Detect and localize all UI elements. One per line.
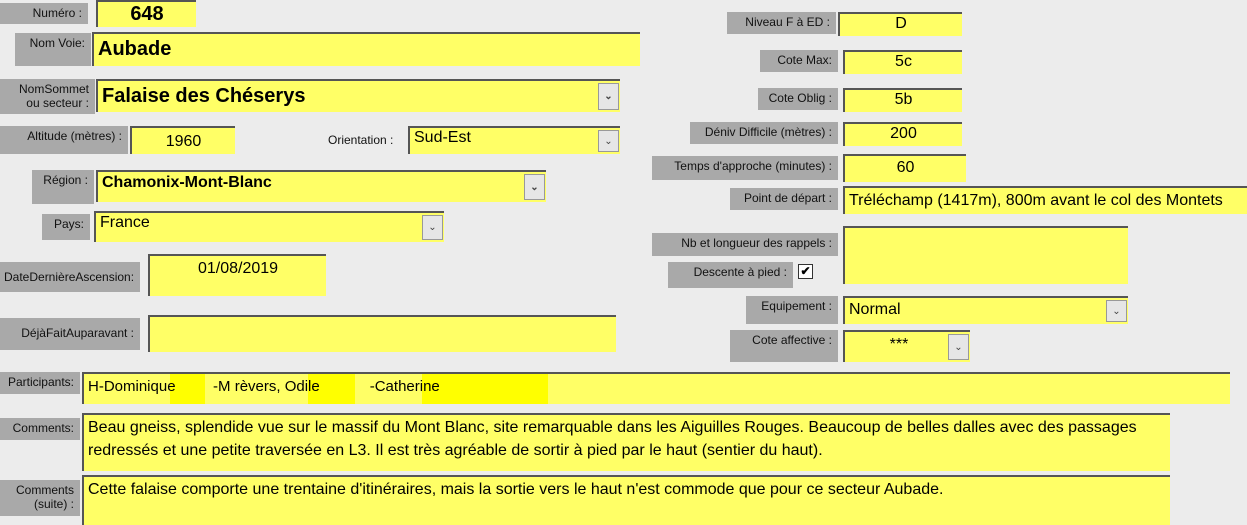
redaction xyxy=(422,374,548,404)
numero-label: Numéro : xyxy=(0,3,88,24)
region-combo[interactable]: Chamonix-Mont-Blanc ⌄ xyxy=(96,170,546,202)
nom-sommet-combo[interactable]: Falaise des Chéserys ⌄ xyxy=(96,79,620,112)
equipement-combo[interactable]: Normal ⌄ xyxy=(843,296,1128,324)
deja-field[interactable] xyxy=(148,315,616,352)
nom-sommet-label: NomSommet ou secteur : xyxy=(0,79,95,114)
nom-voie-field[interactable]: Aubade xyxy=(92,32,640,66)
descente-checkbox[interactable]: ✔ xyxy=(798,264,813,279)
chevron-down-icon[interactable]: ⌄ xyxy=(598,83,619,110)
chevron-down-icon[interactable]: ⌄ xyxy=(948,334,969,360)
altitude-label: Altitude (mètres) : xyxy=(0,126,128,154)
depart-field[interactable]: Tréléchamp (1417m), 800m avant le col de… xyxy=(843,186,1247,214)
cote-affective-label: Cote affective : xyxy=(730,330,838,362)
cote-max-field[interactable]: 5c xyxy=(843,50,962,74)
cote-affective-value: *** xyxy=(889,336,909,353)
orientation-label: Orientation : xyxy=(328,133,394,147)
equipement-label: Equipement : xyxy=(746,296,838,324)
checkmark-icon: ✔ xyxy=(800,264,811,278)
pays-label: Pays: xyxy=(42,214,90,240)
date-label: DateDernièreAscension: xyxy=(0,262,140,292)
depart-label: Point de départ : xyxy=(730,188,838,210)
cote-affective-combo[interactable]: *** ⌄ xyxy=(843,330,970,362)
cote-oblig-label: Cote Oblig : xyxy=(758,88,838,110)
orientation-value: Sud-Est xyxy=(414,129,471,146)
descente-label: Descente à pied : xyxy=(668,262,793,288)
nom-voie-label: Nom Voie: xyxy=(15,33,91,66)
comments-suite-field[interactable]: Cette falaise comporte une trentaine d'i… xyxy=(82,475,1170,525)
comments-field[interactable]: Beau gneiss, splendide vue sur le massif… xyxy=(82,413,1170,471)
temps-field[interactable]: 60 xyxy=(843,154,966,182)
participants-label: Participants: xyxy=(0,372,80,394)
comments-label: Comments: xyxy=(0,418,80,440)
orientation-combo[interactable]: Sud-Est ⌄ xyxy=(408,126,620,154)
cote-oblig-field[interactable]: 5b xyxy=(843,88,962,112)
region-label: Région : xyxy=(32,170,94,204)
numero-field[interactable]: 648 xyxy=(96,0,196,27)
chevron-down-icon[interactable]: ⌄ xyxy=(524,174,545,200)
date-field[interactable]: 01/08/2019 xyxy=(148,254,326,296)
region-value: Chamonix-Mont-Blanc xyxy=(102,174,272,191)
temps-label: Temps d'approche (minutes) : xyxy=(652,156,838,180)
rappels-label: Nb et longueur des rappels : xyxy=(652,233,838,256)
nom-sommet-value: Falaise des Chéserys xyxy=(102,85,306,107)
participants-value: H-Dominique -M rèvers, Odile -Catherine xyxy=(88,378,440,395)
chevron-down-icon[interactable]: ⌄ xyxy=(1106,300,1127,322)
pays-value: France xyxy=(100,214,150,231)
rappels-field[interactable] xyxy=(843,226,1128,284)
deja-label: DéjàFaitAuparavant : xyxy=(0,318,140,350)
chevron-down-icon[interactable]: ⌄ xyxy=(422,215,443,240)
deniv-label: Déniv Difficile (mètres) : xyxy=(690,122,838,144)
cote-max-label: Cote Max: xyxy=(760,50,838,72)
niveau-field[interactable]: D xyxy=(838,12,962,36)
equipement-value: Normal xyxy=(849,301,901,318)
comments-suite-label: Comments (suite) : xyxy=(0,480,80,516)
deniv-field[interactable]: 200 xyxy=(843,122,962,146)
pays-combo[interactable]: France ⌄ xyxy=(94,211,444,242)
chevron-down-icon[interactable]: ⌄ xyxy=(598,130,619,152)
altitude-field[interactable]: 1960 xyxy=(130,126,235,154)
participants-field[interactable]: H-Dominique -M rèvers, Odile -Catherine xyxy=(82,372,1230,404)
niveau-label: Niveau F à ED : xyxy=(727,12,836,34)
